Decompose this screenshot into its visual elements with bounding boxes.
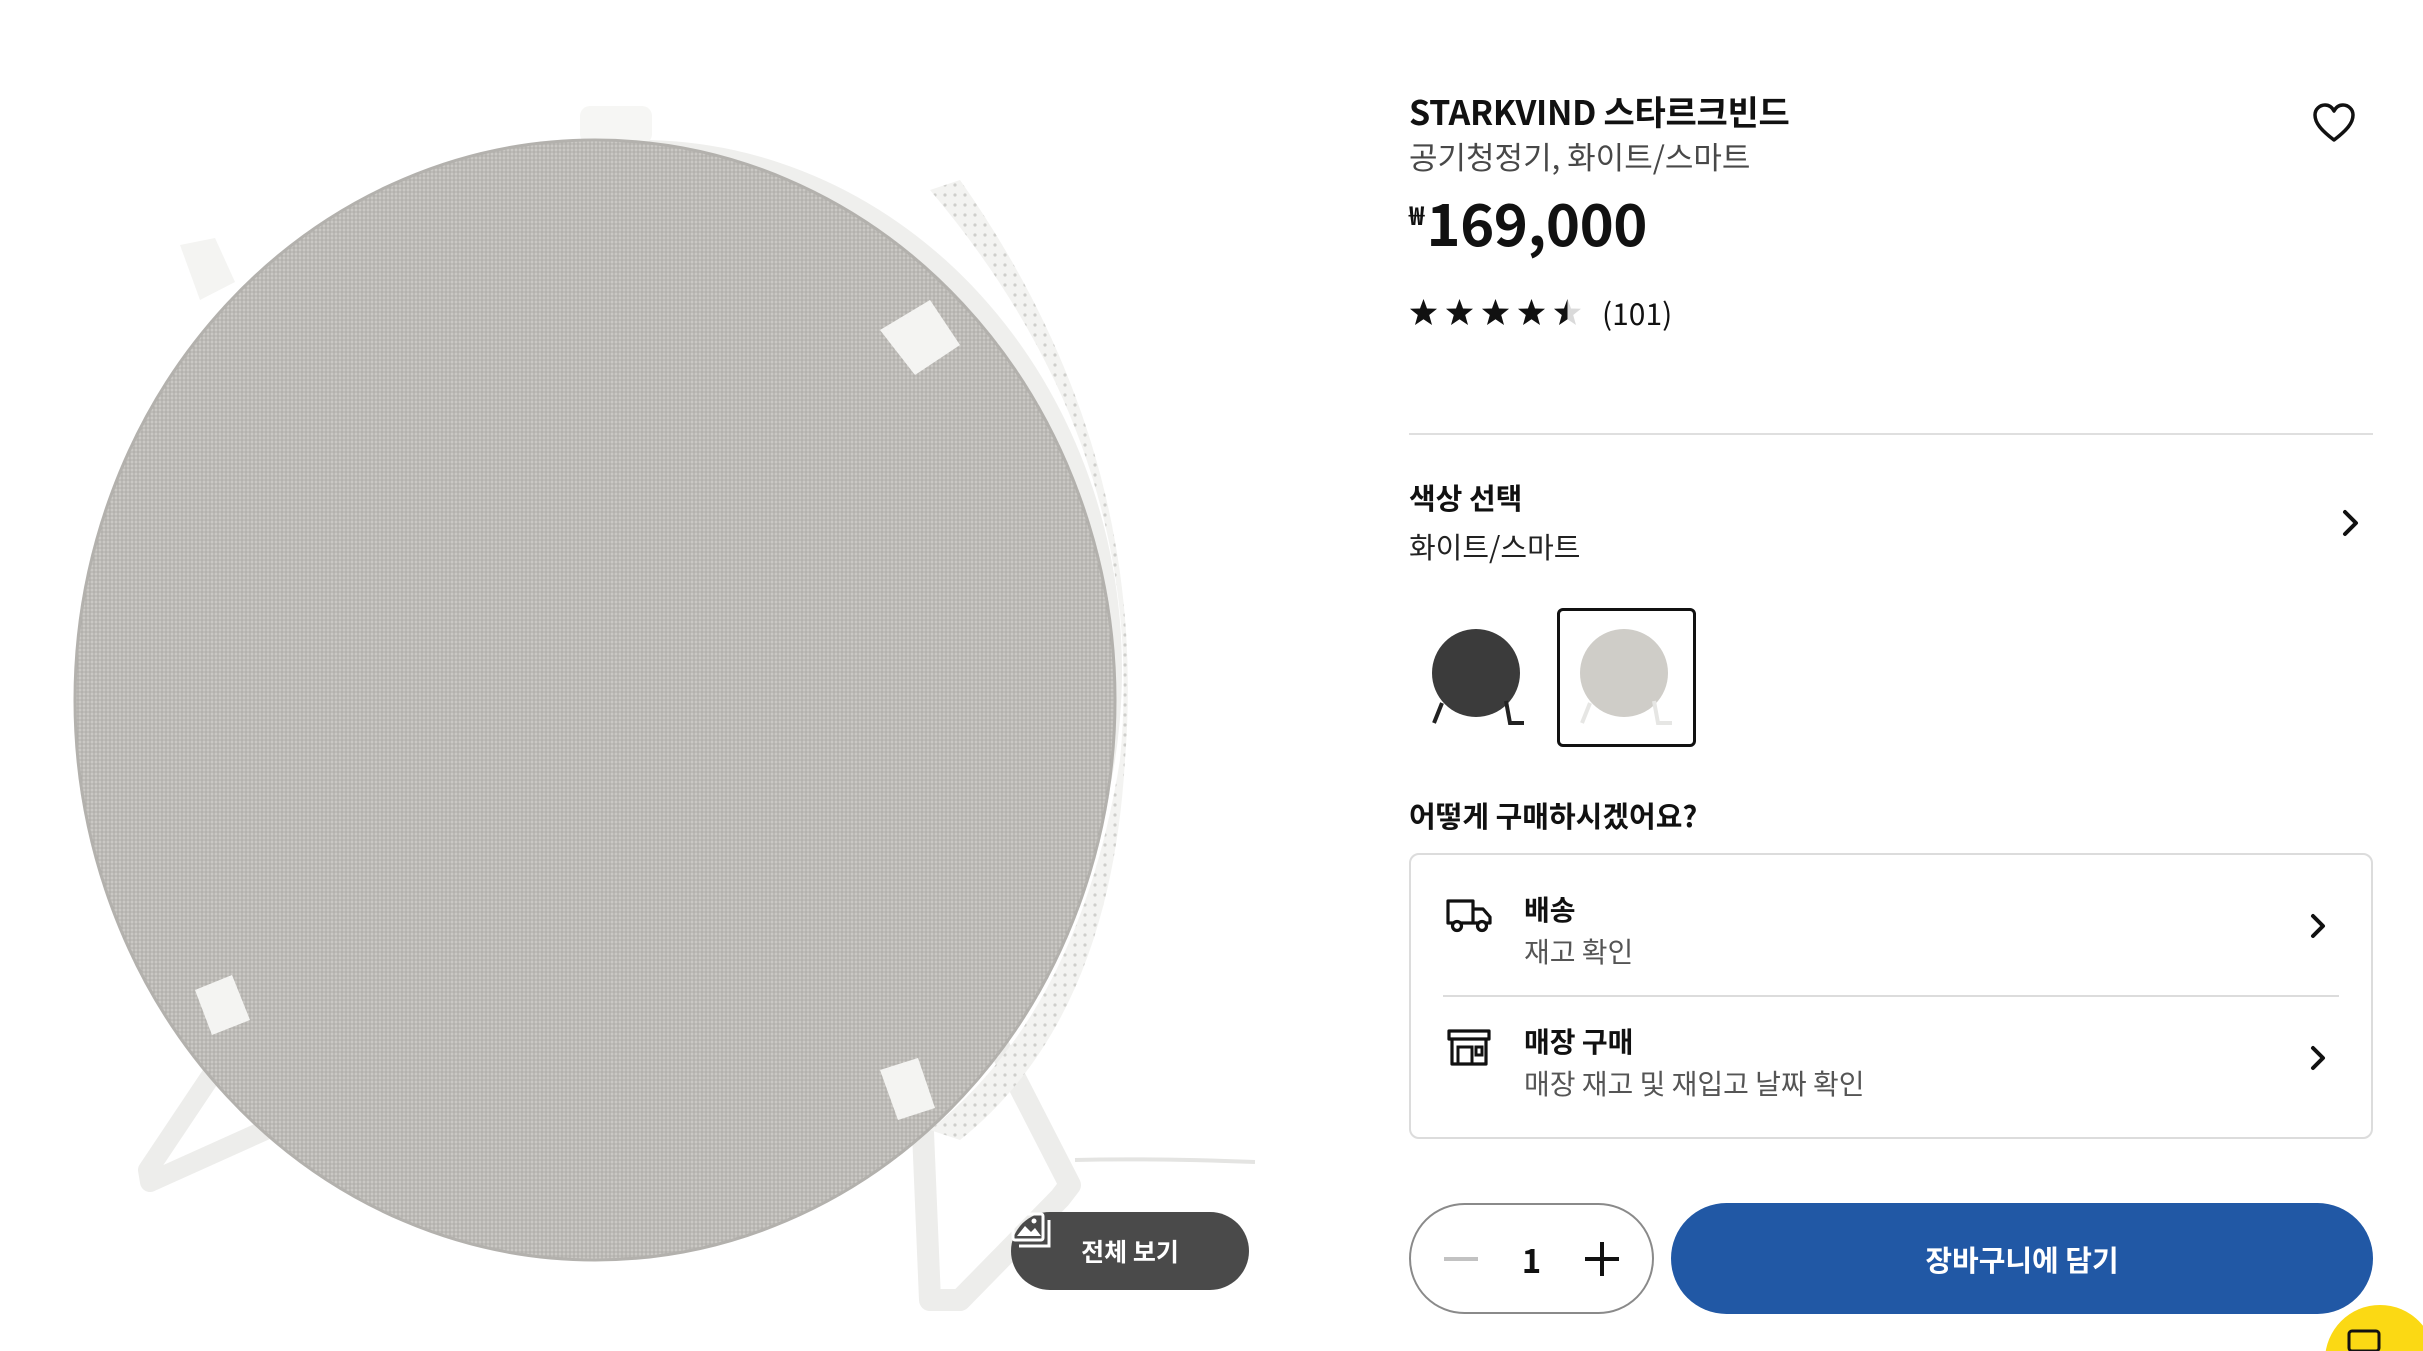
view-all-button[interactable]: 전체 보기 [1011, 1212, 1249, 1290]
store-option[interactable]: 매장 구매 매장 재고 및 재입고 날짜 확인 [1411, 997, 2371, 1137]
color-swatch-dark[interactable] [1409, 608, 1548, 747]
store-icon [1447, 1029, 1491, 1066]
rating-stars [1409, 298, 1582, 326]
divider [1409, 433, 2373, 435]
star-icon [1554, 299, 1581, 325]
product-subtitle: 공기청정기, 화이트/스마트 [1409, 133, 1751, 178]
product-price: ₩ 169,000 [1409, 179, 1648, 263]
price-value: 169,000 [1426, 179, 1648, 263]
plus-icon [1584, 1241, 1619, 1276]
star-icon [1518, 299, 1545, 325]
view-all-label: 전체 보기 [1081, 1233, 1179, 1269]
color-heading: 색상 선택 [1409, 476, 1523, 518]
purchase-heading: 어떻게 구매하시겠어요? [1409, 794, 1698, 836]
product-info-panel: STARKVIND 스타르크빈드 공기청정기, 화이트/스마트 ₩ 169,00… [1409, 0, 2373, 1351]
product-title: STARKVIND 스타르크빈드 [1409, 86, 1790, 135]
chat-icon [2347, 1329, 2381, 1351]
purchase-options: 배송 재고 확인 매장 구매 매장 재고 및 재입고 날짜 확인 [1409, 853, 2373, 1139]
add-to-cart-button[interactable]: 장바구니에 담기 [1671, 1203, 2373, 1314]
store-title: 매장 구매 [1524, 1021, 1634, 1061]
color-selected: 화이트/스마트 [1409, 525, 1581, 567]
star-icon [1446, 299, 1473, 325]
gallery-icon [1011, 1212, 1051, 1248]
delivery-subtitle: 재고 확인 [1524, 931, 1634, 971]
quantity-stepper: 1 [1409, 1203, 1654, 1314]
quantity-value[interactable]: 1 [1522, 1235, 1541, 1283]
product-image-area: 전체 보기 [0, 0, 1300, 1351]
delivery-title: 배송 [1524, 889, 1576, 929]
product-image[interactable] [0, 0, 1300, 1351]
decrease-button[interactable] [1435, 1233, 1487, 1285]
color-swatch-white[interactable] [1557, 608, 1696, 747]
swatch-dark-image [1431, 628, 1524, 725]
rating[interactable]: (101) [1409, 290, 1672, 334]
store-subtitle: 매장 재고 및 재입고 날짜 확인 [1524, 1063, 1865, 1103]
minus-icon [1444, 1256, 1478, 1261]
chevron-right-icon[interactable] [2335, 506, 2365, 540]
heart-icon[interactable] [2311, 102, 2357, 144]
star-icon [1482, 299, 1509, 325]
chevron-right-icon [2311, 914, 2325, 938]
currency-symbol: ₩ [1409, 196, 1425, 233]
swatch-white-image [1579, 628, 1672, 725]
review-count: (101) [1602, 290, 1673, 334]
star-icon [1410, 299, 1437, 325]
increase-button[interactable] [1576, 1233, 1628, 1285]
delivery-option[interactable]: 배송 재고 확인 [1411, 855, 2371, 995]
chevron-right-icon [2311, 1046, 2325, 1070]
truck-icon [1446, 899, 1492, 933]
